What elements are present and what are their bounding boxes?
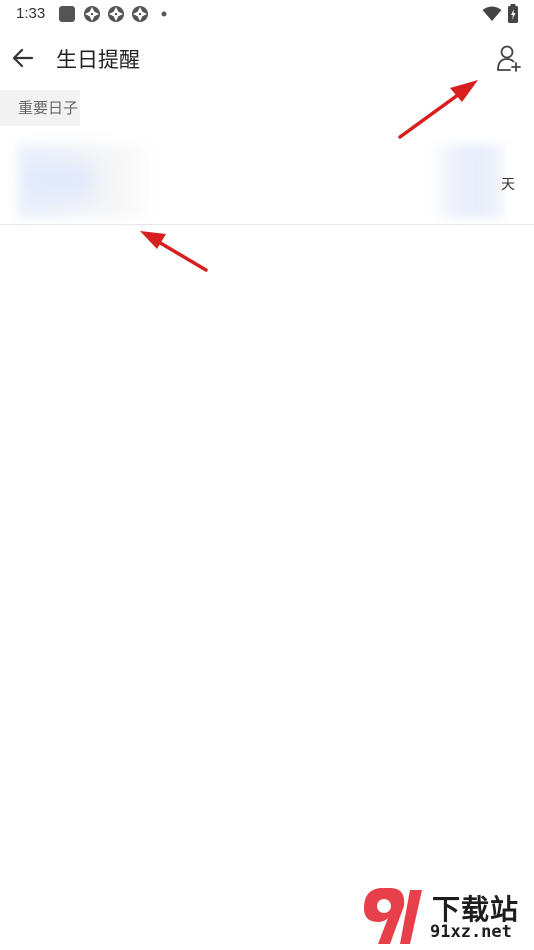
add-person-button[interactable] bbox=[492, 40, 526, 78]
section-header-important-days: 重要日子 bbox=[0, 90, 80, 126]
annotation-arrow-to-add-button bbox=[398, 80, 478, 139]
dot-icon bbox=[161, 11, 167, 17]
days-suffix-label: 天 bbox=[501, 177, 515, 193]
aperture-icon bbox=[108, 6, 124, 22]
watermark-domain: 91xz.net bbox=[430, 922, 512, 942]
watermark-logo-icon bbox=[364, 888, 422, 944]
aperture-icon bbox=[132, 6, 148, 22]
back-button[interactable] bbox=[6, 40, 40, 76]
square-icon bbox=[59, 6, 75, 22]
arrow-left-icon bbox=[12, 48, 34, 68]
annotation-arrow-to-event-item bbox=[140, 231, 208, 272]
person-add-icon bbox=[497, 45, 521, 72]
battery-charging-icon bbox=[508, 4, 518, 23]
blurred-event-name bbox=[18, 144, 158, 218]
status-bar: 1:33 bbox=[0, 0, 534, 28]
aperture-icon bbox=[84, 6, 100, 22]
status-time: 1:33 bbox=[16, 5, 46, 22]
blurred-days-count bbox=[430, 144, 504, 218]
site-watermark: 下载站 91xz.net bbox=[360, 884, 532, 948]
wifi-icon bbox=[482, 6, 502, 21]
page-title: 生日提醒 bbox=[56, 48, 140, 72]
event-list-item[interactable] bbox=[0, 140, 534, 225]
app-bar: 生日提醒 bbox=[0, 36, 534, 82]
